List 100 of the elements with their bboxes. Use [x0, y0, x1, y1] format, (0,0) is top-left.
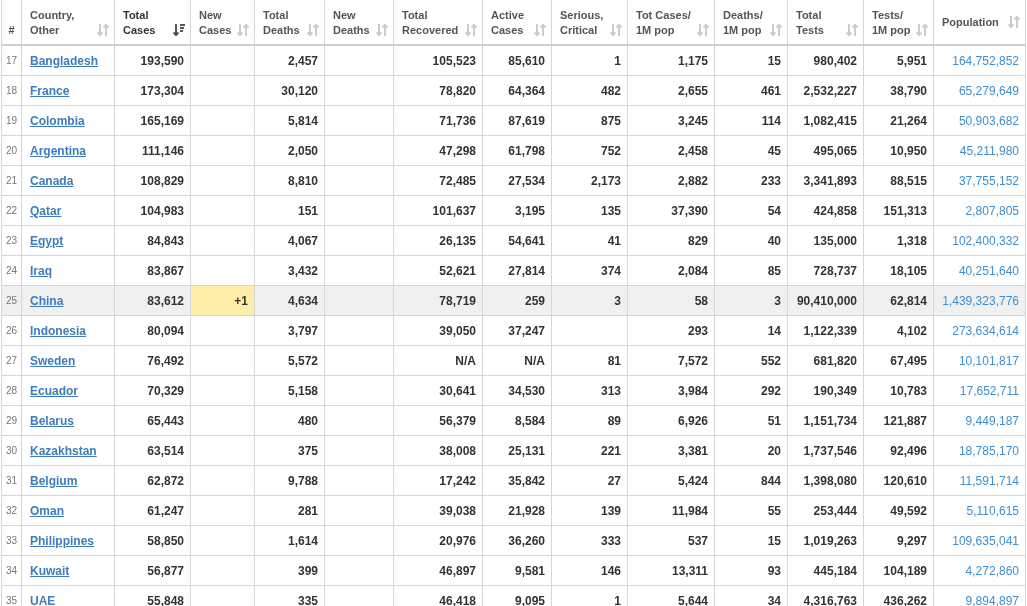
cell-value: 20,976	[439, 533, 476, 548]
column-header-label: Total Cases	[123, 7, 156, 38]
cell-value: 1,151,734	[803, 413, 857, 428]
cell-value: 54	[767, 203, 781, 218]
cell-value: 2,050	[287, 143, 318, 158]
cell-value: 3	[614, 293, 621, 308]
column-header[interactable]: Total Tests	[787, 0, 864, 45]
cell-value: 1	[614, 593, 621, 606]
cell-value: 55,848	[147, 593, 184, 606]
cell-value: 25,131	[508, 443, 545, 458]
population-value: 102,400,332	[952, 233, 1019, 248]
cell-value: 80,094	[147, 323, 184, 338]
cell-value: 2,084	[677, 263, 708, 278]
column-header-label: Total Deaths	[263, 7, 300, 38]
column-header[interactable]: Deaths/ 1M pop	[714, 0, 788, 45]
cell-value: 52,621	[439, 263, 476, 278]
cell-value: 9,581	[514, 563, 545, 578]
population-value: 164,752,852	[952, 53, 1019, 68]
column-header[interactable]: Country, Other	[21, 0, 115, 45]
cell-value: 56,379	[439, 413, 476, 428]
country-link[interactable]: Qatar	[30, 203, 62, 218]
cell-value: 3	[774, 293, 781, 308]
population-value: 40,251,640	[958, 263, 1019, 278]
country-link[interactable]: Oman	[30, 503, 64, 518]
column-header[interactable]: Total Recovered	[393, 0, 483, 45]
column-header[interactable]: Serious, Critical	[551, 0, 628, 45]
column-header[interactable]: New Cases	[190, 0, 255, 45]
cell-value: 2,457	[287, 53, 318, 68]
rank-cell: 33	[1, 525, 22, 556]
cell-value: 5,158	[287, 383, 318, 398]
population-value: 4,272,860	[965, 563, 1019, 578]
cell-value: 399	[297, 563, 318, 578]
country-link[interactable]: Colombia	[30, 113, 85, 128]
cell-value: 34	[767, 593, 781, 606]
cell-value: 9,788	[287, 473, 318, 488]
cell-value: 21,928	[508, 503, 545, 518]
column-header-label: Total Tests	[796, 7, 824, 38]
column-header[interactable]: Population	[933, 0, 1026, 45]
cell-value: 30,120	[281, 83, 318, 98]
cell-value: 58,850	[147, 533, 184, 548]
cell-value: 190,349	[813, 383, 857, 398]
cell-value: 552	[760, 353, 781, 368]
country-link[interactable]: Belgium	[30, 473, 78, 488]
rank-cell: 34	[1, 555, 22, 586]
sort-icon[interactable]	[172, 22, 186, 37]
cell-value: 3,984	[677, 383, 708, 398]
population-value: 273,634,614	[952, 323, 1019, 338]
cell-value: 34,530	[508, 383, 545, 398]
column-header[interactable]: Total Cases	[114, 0, 191, 45]
country-link[interactable]: Ecuador	[30, 383, 78, 398]
cell-value: 65,443	[147, 413, 184, 428]
column-header-label: Tot Cases/ 1M pop	[636, 7, 691, 38]
column-header[interactable]: Tests/ 1M pop	[863, 0, 934, 45]
cell-value: 9,297	[896, 533, 927, 548]
cell-value: 2,882	[677, 173, 708, 188]
country-link[interactable]: Kuwait	[30, 563, 70, 578]
cell-value: N/A	[524, 353, 545, 368]
column-header-label: New Deaths	[333, 7, 370, 38]
cell-value: 81	[607, 353, 621, 368]
cell-value: 3,341,893	[803, 173, 857, 188]
cell-value: 5,644	[677, 593, 708, 606]
cell-value: 83,867	[147, 263, 184, 278]
cell-value: 537	[687, 533, 708, 548]
cell-value: 27,814	[508, 263, 545, 278]
cell-value: 8,584	[514, 413, 545, 428]
country-link[interactable]: UAE	[30, 593, 56, 606]
cell-value: 90,410,000	[796, 293, 857, 308]
country-link[interactable]: Egypt	[30, 233, 64, 248]
cell-value: 72,485	[439, 173, 476, 188]
column-header[interactable]: Tot Cases/ 1M pop	[627, 0, 715, 45]
country-link[interactable]: China	[30, 293, 64, 308]
column-header[interactable]: Active Cases	[482, 0, 552, 45]
population-value: 10,101,817	[958, 353, 1019, 368]
cell-value: 1,122,339	[803, 323, 857, 338]
cell-value: 4,316,763	[803, 593, 857, 606]
country-link[interactable]: Philippines	[30, 533, 94, 548]
cell-value: 424,858	[813, 203, 857, 218]
cell-value: 135,000	[813, 233, 857, 248]
country-link[interactable]: Bangladesh	[30, 53, 98, 68]
rank-cell: 30	[1, 435, 22, 466]
country-link[interactable]: Kazakhstan	[30, 443, 97, 458]
country-link[interactable]: Sweden	[30, 353, 76, 368]
country-link[interactable]: Argentina	[30, 143, 86, 158]
cell-value: 51	[767, 413, 781, 428]
country-link[interactable]: Iraq	[30, 263, 52, 278]
country-link[interactable]: Belarus	[30, 413, 75, 428]
cell-value: 1,019,263	[803, 533, 857, 548]
cell-value: 70,329	[147, 383, 184, 398]
cell-value: 5,424	[677, 473, 708, 488]
cell-value: 281	[297, 503, 318, 518]
cell-value: 1,614	[287, 533, 318, 548]
column-header[interactable]: Total Deaths	[254, 0, 325, 45]
country-link[interactable]: Canada	[30, 173, 74, 188]
country-link[interactable]: France	[30, 83, 70, 98]
cell-value: 313	[600, 383, 621, 398]
cell-value: 15	[767, 53, 781, 68]
column-header-label: Tests/ 1M pop	[872, 7, 911, 38]
country-link[interactable]: Indonesia	[30, 323, 86, 338]
column-header[interactable]: New Deaths	[324, 0, 394, 45]
population-value: 65,279,649	[958, 83, 1019, 98]
